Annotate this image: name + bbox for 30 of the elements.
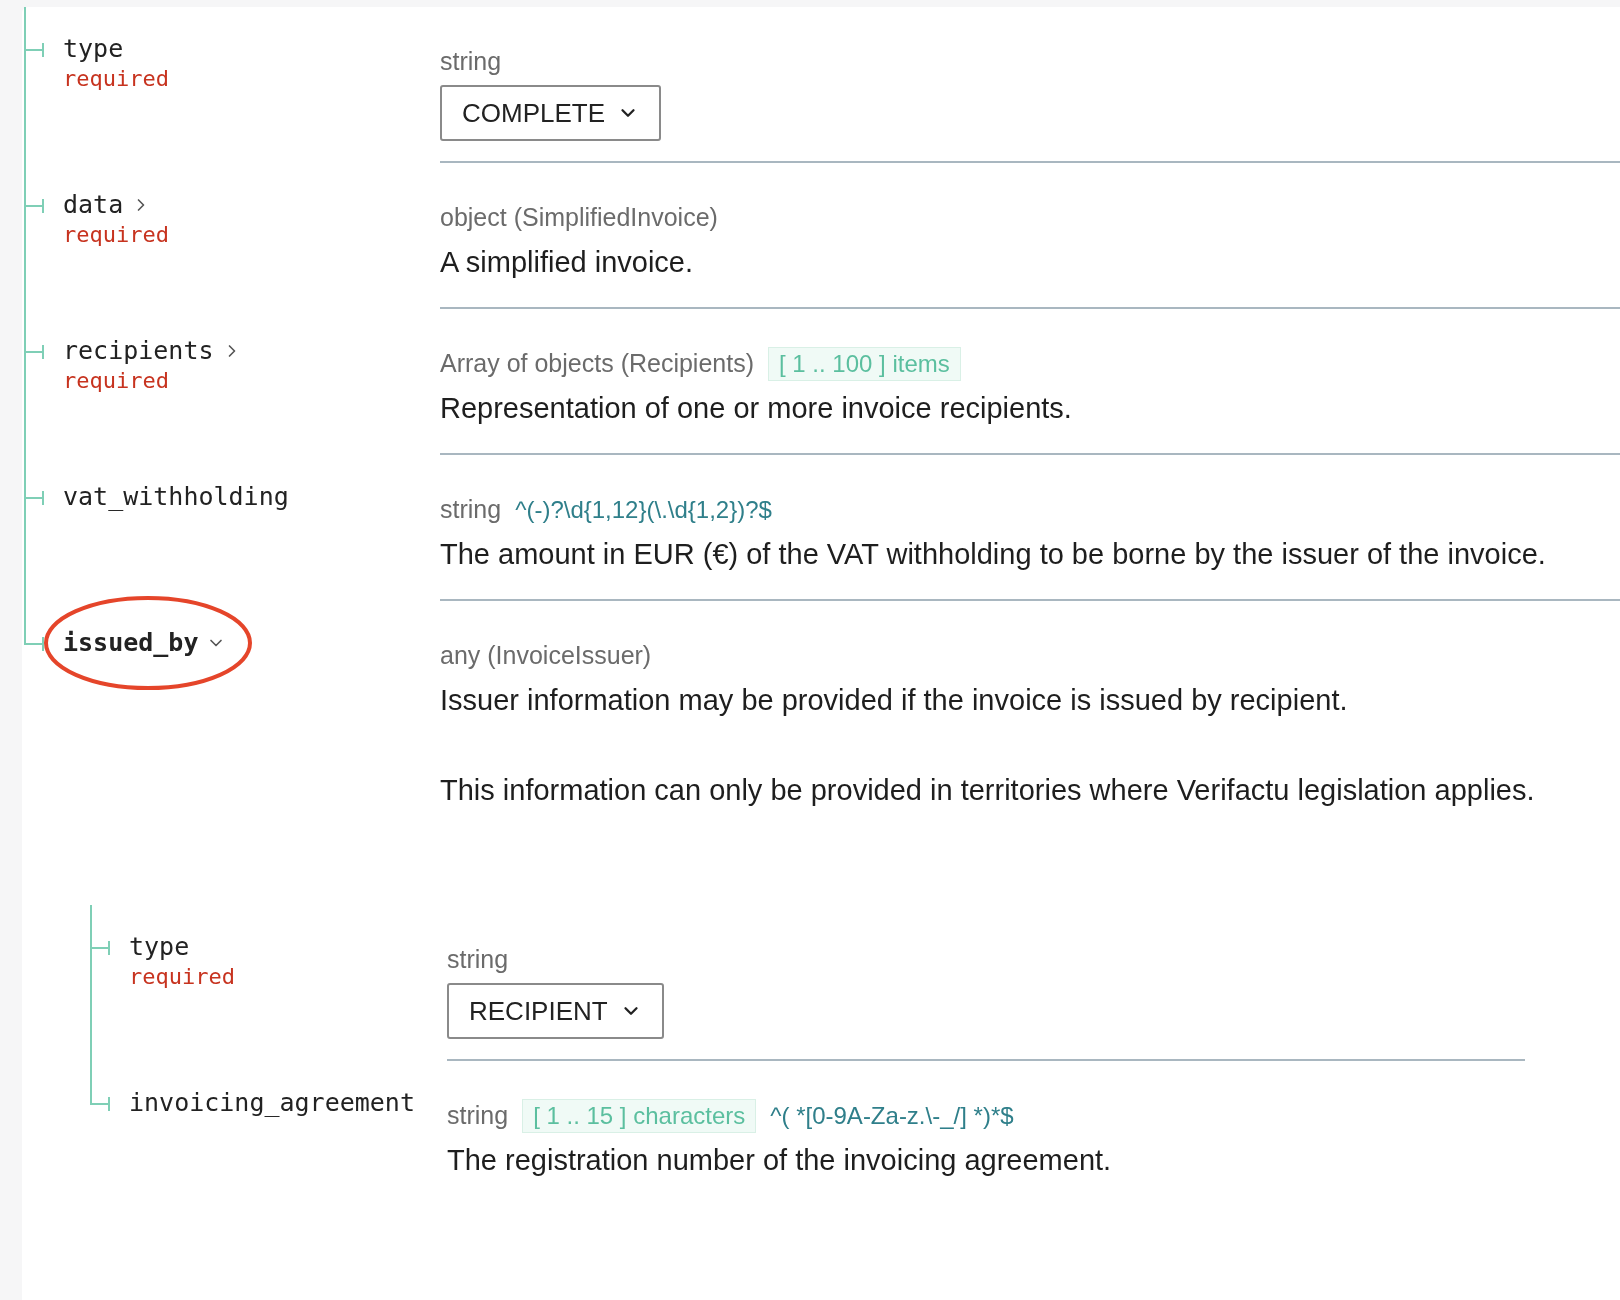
property-name: type [63,33,124,65]
type-label: Array of objects (Recipients) [440,348,754,380]
pattern-label: ^(-)?\d{1,12}(\.\d{1,2})?$ [515,495,772,525]
enum-select[interactable]: RECIPIENT [447,983,664,1039]
constraint-tag: [ 1 .. 100 ] items [768,347,961,381]
property-name[interactable]: data [63,189,124,221]
property-name[interactable]: recipients [63,335,214,367]
required-label: required [63,65,169,93]
property-name: type [129,931,190,963]
description: A simplified invoice. [440,245,695,280]
type-label: string [447,1100,509,1132]
type-label: string [440,494,502,526]
required-label: required [63,221,169,249]
description: The registration number of the invoicing agreement. [447,1143,1113,1178]
description: This information can only be provided in territories where Verifactu legislation applies. [440,773,1536,808]
type-label: string [440,46,502,78]
property-name: invoicing_agreement [129,1087,415,1119]
description: Representation of one or more invoice recipients. [440,391,1073,426]
type-label: object (SimplifiedInvoice) [440,202,718,234]
type-label: string [447,944,509,976]
description: Issuer information may be provided if the invoice is issued by recipient. [440,683,1349,718]
property-name[interactable]: issued_by [63,627,199,659]
description: The amount in EUR (€) of the VAT withholding to be borne by the issuer of the invoice. [440,537,1547,572]
enum-select[interactable]: COMPLETE [440,85,662,141]
type-label: any (InvoiceIssuer) [440,640,652,672]
constraint-tag: [ 1 .. 15 ] characters [522,1099,757,1133]
property-name: vat_withholding [63,481,289,513]
required-label: required [63,367,169,395]
pattern-label: ^( *[0-9A-Za-z.\-_/] *)*$ [770,1101,1014,1131]
required-label: required [129,963,235,991]
